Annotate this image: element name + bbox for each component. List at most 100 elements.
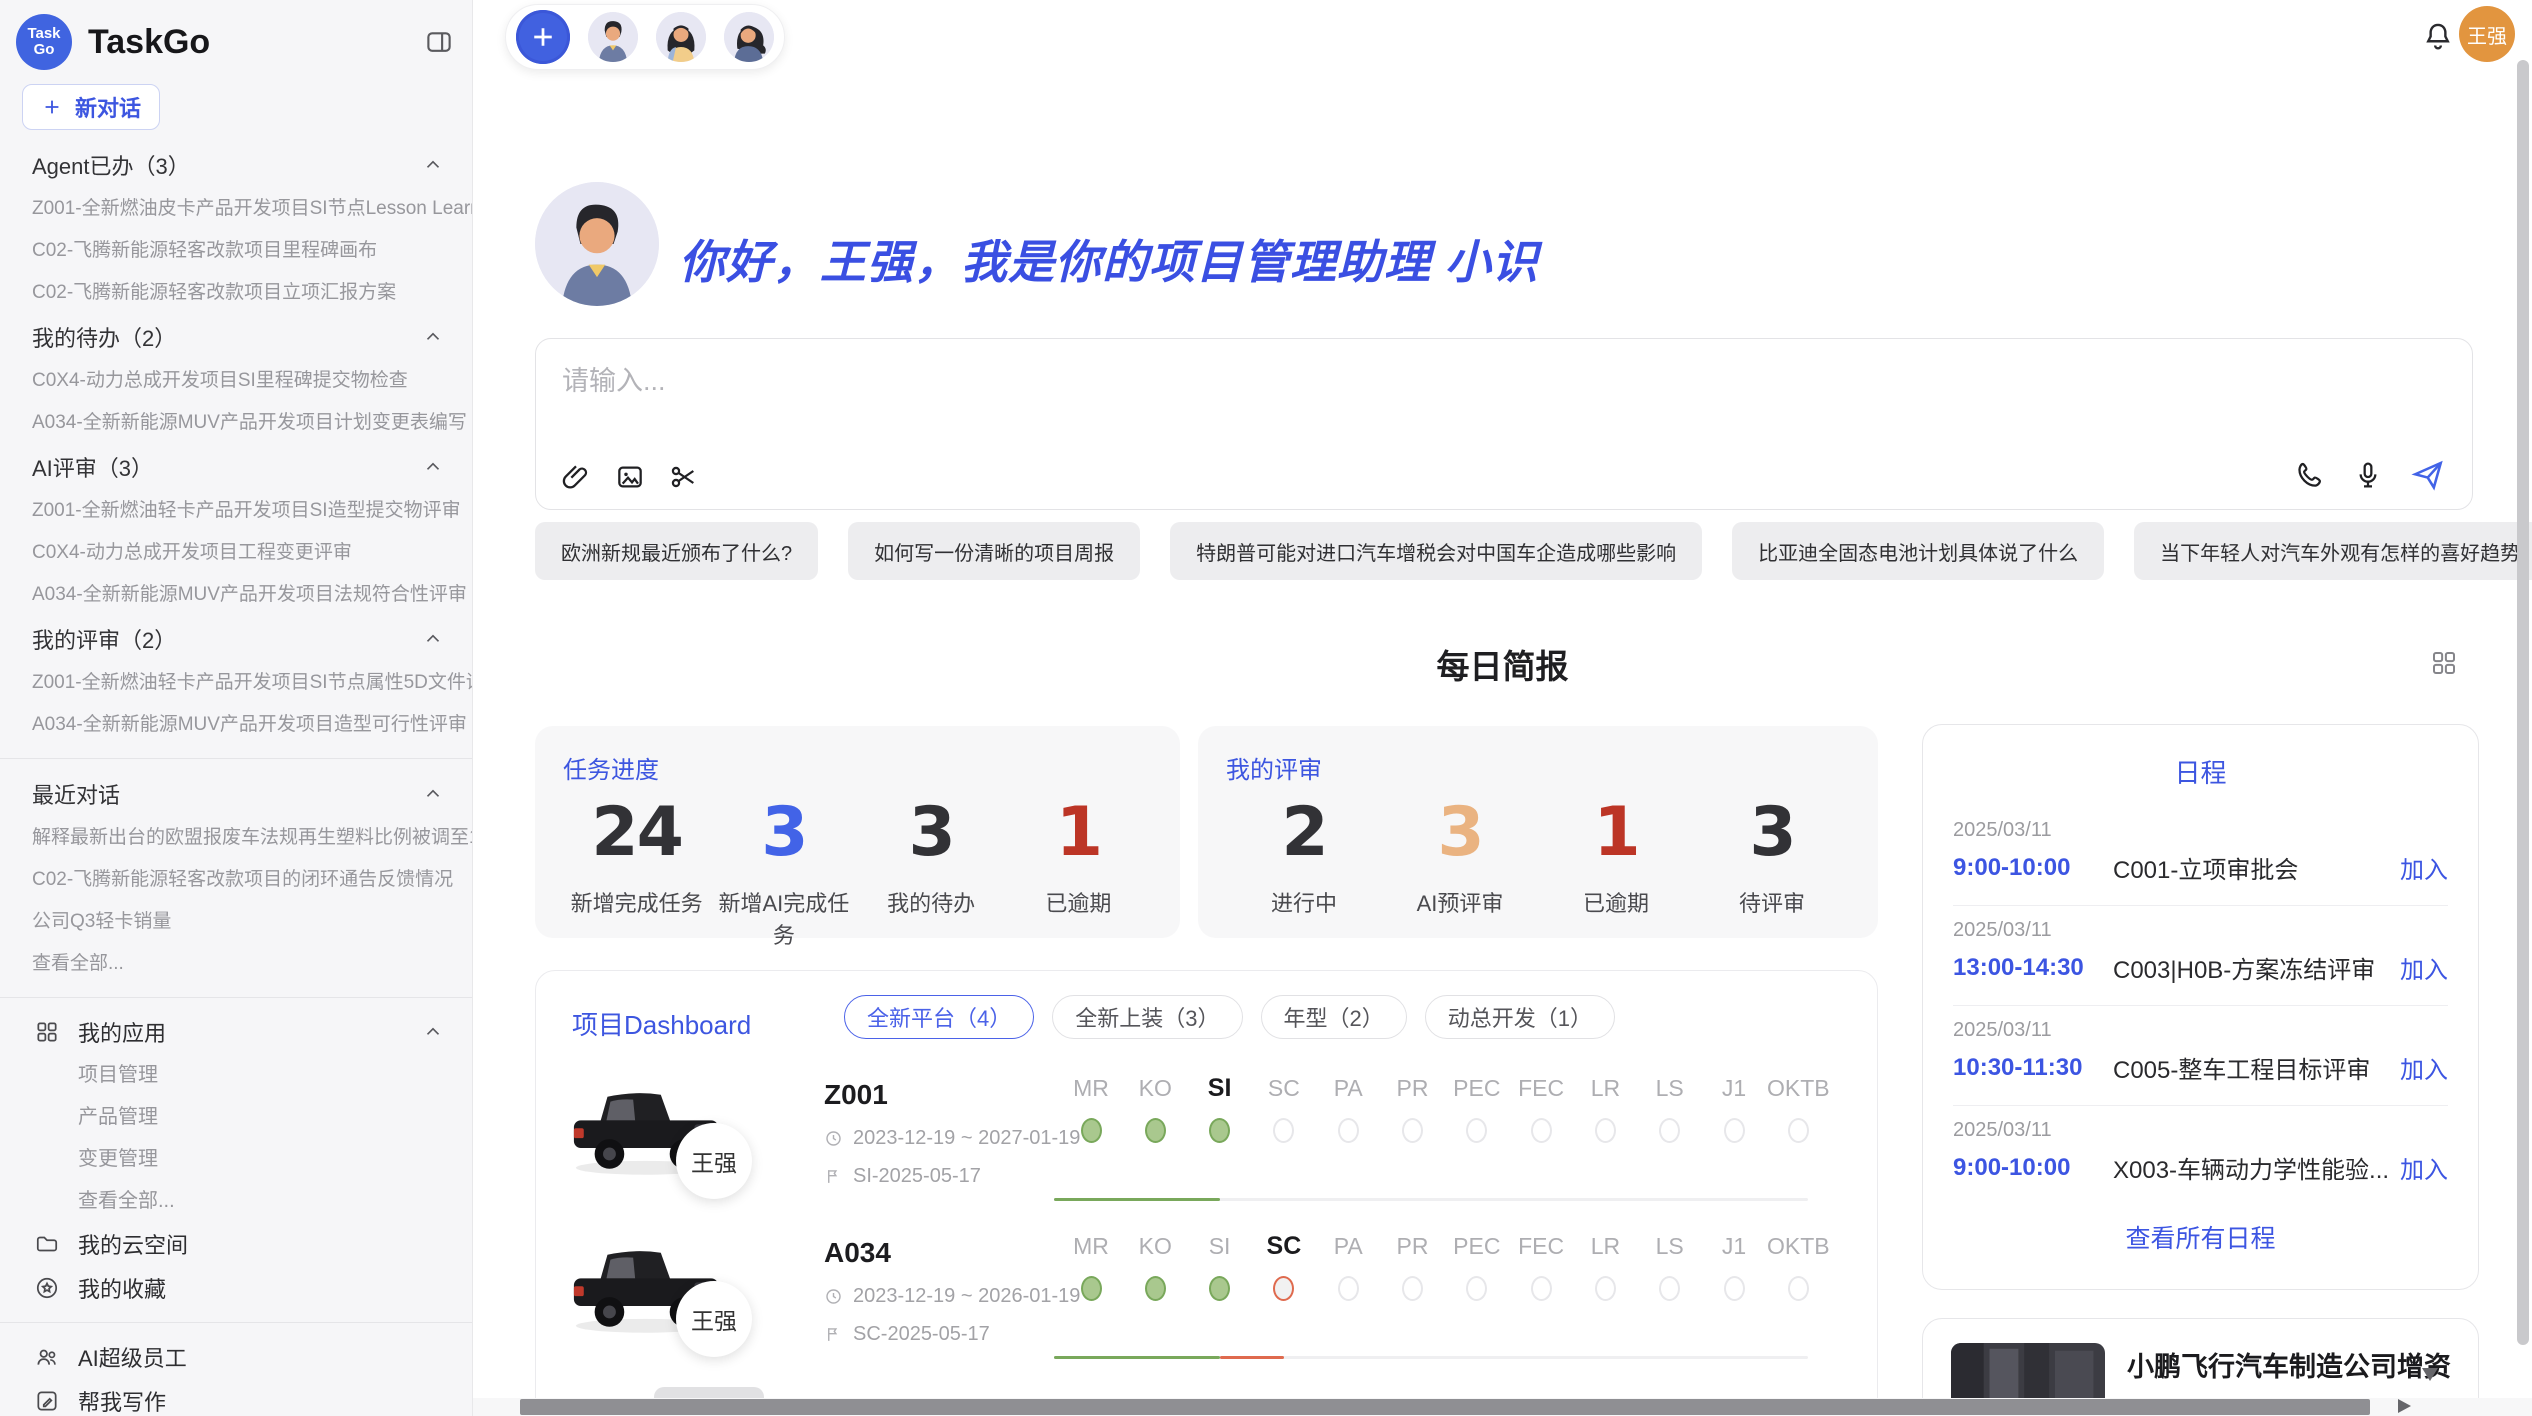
sidebar-task-item[interactable]: A034-全新新能源MUV产品开发项目法规符合性评审 (0, 574, 472, 616)
chat-input[interactable] (562, 359, 2062, 419)
stat-item: 3新增AI完成任务 (710, 793, 857, 950)
divider (0, 758, 472, 759)
stat-item: 2进行中 (1226, 793, 1382, 918)
event-join-link[interactable]: 加入 (2400, 850, 2448, 885)
sidebar-task-item[interactable]: A034-全新新能源MUV产品开发项目计划变更表编写 (0, 402, 472, 444)
scroll-down-arrow-icon[interactable] (2422, 1368, 2438, 1381)
project-row-Z001[interactable]: 王强Z0012023-12-19 ~ 2027-01-19SI-2025-05-… (536, 1071, 1877, 1229)
project-dates: 2023-12-19 ~ 2027-01-19 (824, 1127, 1080, 1150)
add-agent-button[interactable] (516, 10, 570, 64)
app-logo: Task Go (16, 14, 72, 70)
sidebar-section-header-1[interactable]: 我的待办（2） (0, 314, 472, 360)
project-code: Z001 (824, 1079, 888, 1111)
image-icon[interactable] (614, 461, 646, 493)
chevron-up-icon[interactable] (422, 1021, 444, 1043)
sidebar-task-item[interactable]: Z001-全新燃油轻卡产品开发项目SI造型提交物评审 (0, 490, 472, 532)
sidebar-task-item[interactable]: C02-飞腾新能源轻客改款项目里程碑画布 (0, 230, 472, 272)
paperclip-icon[interactable] (560, 461, 592, 493)
milestone-dot (1724, 1276, 1745, 1301)
project-filter-tab[interactable]: 动总开发（1） (1425, 995, 1615, 1039)
chevron-up-icon[interactable] (422, 456, 444, 478)
sidebar-task-item[interactable]: Z001-全新燃油皮卡产品开发项目SI节点Lesson Learn报告 (0, 188, 472, 230)
scissors-icon[interactable] (668, 461, 700, 493)
sidebar-section-header-0[interactable]: Agent已办（3） (0, 142, 472, 188)
agent-avatar[interactable] (724, 12, 774, 62)
event-join-link[interactable]: 加入 (2400, 950, 2448, 985)
notification-bell-icon[interactable] (2421, 20, 2455, 54)
sidebar-item-cloud-folder[interactable]: 我的云空间 (0, 1222, 472, 1266)
chevron-up-icon[interactable] (422, 326, 444, 348)
recent-view-all-link[interactable]: 查看全部... (0, 943, 472, 985)
sidebar-section-header-2[interactable]: AI评审（3） (0, 444, 472, 490)
chevron-up-icon[interactable] (422, 783, 444, 805)
milestone-dot (1402, 1276, 1423, 1301)
sidebar-task-item[interactable]: C0X4-动力总成开发项目SI里程碑提交物检查 (0, 360, 472, 402)
vertical-scrollbar-thumb[interactable] (2517, 60, 2529, 1345)
sidebar-section-header-3[interactable]: 我的评审（2） (0, 616, 472, 662)
sidebar-task-item[interactable]: C02-飞腾新能源轻客改款项目立项汇报方案 (0, 272, 472, 314)
recent-chats-title: 最近对话 (32, 778, 120, 810)
sidebar-item-star-badge[interactable]: 我的收藏 (0, 1266, 472, 1310)
event-join-link[interactable]: 加入 (2400, 1150, 2448, 1185)
project-filter-tab[interactable]: 全新上装（3） (1052, 995, 1242, 1039)
milestone-OKTB[interactable]: OKTB (1756, 1071, 1840, 1143)
horizontal-scrollbar-thumb[interactable] (520, 1399, 2370, 1415)
milestone-OKTB[interactable]: OKTB (1756, 1229, 1840, 1301)
project-filter-tab[interactable]: 全新平台（4） (844, 995, 1034, 1039)
suggestion-chip[interactable]: 特朗普可能对进口汽车增税会对中国车企造成哪些影响 (1170, 522, 1702, 580)
divider (0, 1322, 472, 1323)
star-badge-icon (34, 1275, 60, 1301)
event-name: X003-车辆动力学性能验... (2113, 1150, 2400, 1185)
send-icon[interactable] (2410, 457, 2446, 493)
recent-chats-header[interactable]: 最近对话 (0, 771, 472, 817)
view-all-schedule-link[interactable]: 查看所有日程 (1923, 1219, 2478, 1255)
user-avatar[interactable]: 王强 (2459, 6, 2515, 62)
stat-item: 3我的待办 (858, 793, 1005, 950)
sidebar-tool-people[interactable]: AI超级员工 (0, 1335, 472, 1379)
stat-label: 进行中 (1226, 886, 1382, 918)
project-code: A034 (824, 1237, 891, 1269)
agent-avatar[interactable] (656, 12, 706, 62)
app-sub-item[interactable]: 变更管理 (0, 1138, 472, 1180)
phone-icon[interactable] (2294, 459, 2326, 491)
collapse-sidebar-icon[interactable] (424, 27, 454, 57)
milestone-dot (1595, 1276, 1616, 1301)
chevron-up-icon[interactable] (422, 154, 444, 176)
sidebar-task-item[interactable]: C0X4-动力总成开发项目工程变更评审 (0, 532, 472, 574)
agent-avatar[interactable] (588, 12, 638, 62)
milestone-dot (1466, 1118, 1487, 1143)
recent-chat-item[interactable]: C02-飞腾新能源轻客改款项目的闭环通告反馈情况 (0, 859, 472, 901)
recent-chat-item[interactable]: 解释最新出台的欧盟报废车法规再生塑料比例被调至15%... (0, 817, 472, 859)
chevron-up-icon[interactable] (422, 628, 444, 650)
app-sub-item[interactable]: 产品管理 (0, 1096, 472, 1138)
scroll-right-arrow-icon[interactable] (2398, 1399, 2411, 1413)
milestone-label: OKTB (1756, 1071, 1840, 1105)
stat-label: 新增AI完成任务 (710, 886, 857, 950)
suggestion-chip[interactable]: 欧洲新规最近颁布了什么? (535, 522, 818, 580)
sidebar-task-item[interactable]: A034-全新新能源MUV产品开发项目造型可行性评审 (0, 704, 472, 746)
sidebar-tool-write[interactable]: 帮我写作 (0, 1379, 472, 1416)
layout-grid-icon[interactable] (2429, 648, 2459, 678)
milestone-dot (1209, 1118, 1230, 1143)
clock-icon (824, 1287, 843, 1306)
suggestion-chip[interactable]: 比亚迪全固态电池计划具体说了什么 (1732, 522, 2104, 580)
sidebar-task-item[interactable]: Z001-全新燃油轻卡产品开发项目SI节点属性5D文件评审 (0, 662, 472, 704)
news-title: 小鹏飞行汽车制造公司增资 (2127, 1345, 2451, 1384)
stat-label: 新增完成任务 (563, 886, 710, 918)
suggestion-chip[interactable]: 如何写一份清晰的项目周报 (848, 522, 1140, 580)
app-sub-item[interactable]: 项目管理 (0, 1054, 472, 1096)
suggestion-chip[interactable]: 当下年轻人对汽车外观有怎样的喜好趋势 (2134, 522, 2532, 580)
project-row-A034[interactable]: 王强A0342023-12-19 ~ 2026-01-19SC-2025-05-… (536, 1229, 1877, 1387)
new-chat-button[interactable]: 新对话 (22, 84, 160, 130)
project-filter-tab[interactable]: 年型（2） (1261, 995, 1407, 1039)
daily-briefing-header: 每日简报 (473, 640, 2532, 688)
suggestion-chips: 欧洲新规最近颁布了什么? 如何写一份清晰的项目周报特朗普可能对进口汽车增税会对中国… (535, 522, 2532, 580)
milestone-dot (1659, 1276, 1680, 1301)
apps-view-all-link[interactable]: 查看全部... (0, 1180, 472, 1222)
microphone-icon[interactable] (2352, 459, 2384, 491)
sidebar-item-my-apps[interactable]: 我的应用 (0, 1010, 472, 1054)
stat-value: 3 (1694, 793, 1850, 872)
recent-chat-item[interactable]: 公司Q3轻卡销量 (0, 901, 472, 943)
event-join-link[interactable]: 加入 (2400, 1050, 2448, 1085)
schedule-title: 日程 (1923, 753, 2478, 790)
